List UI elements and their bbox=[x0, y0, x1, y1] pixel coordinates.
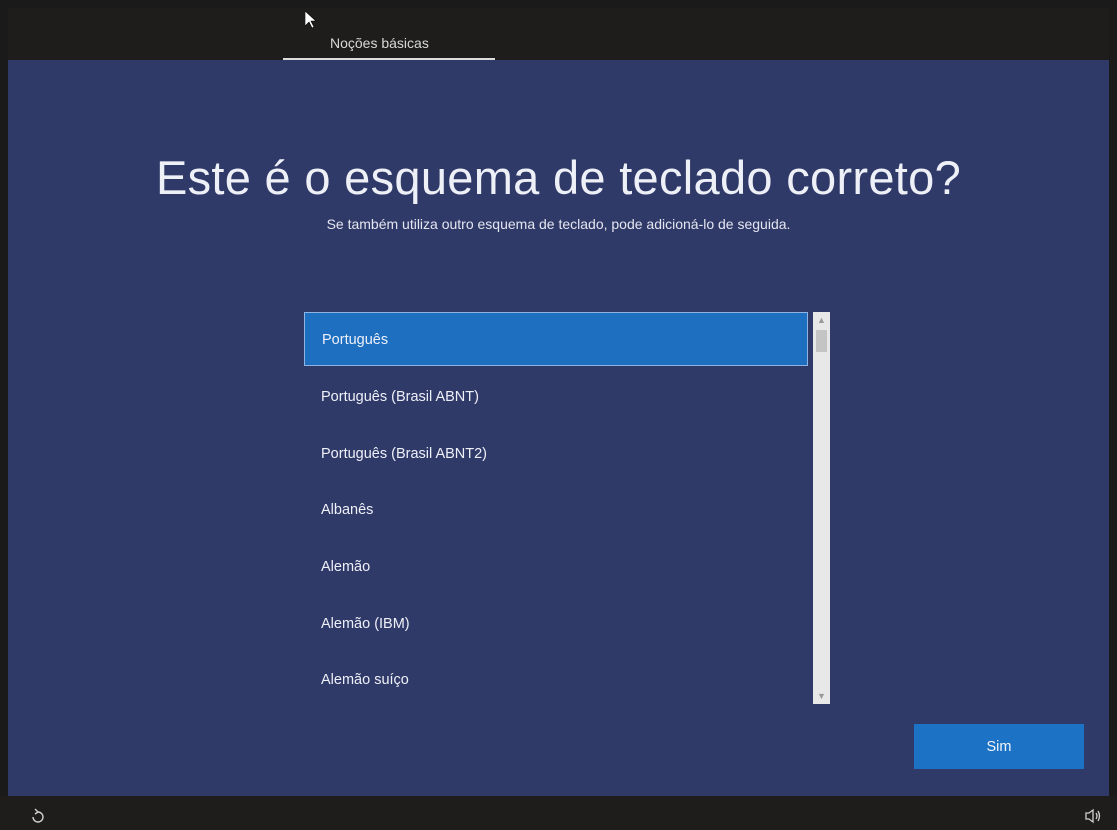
top-bar: Noções básicas bbox=[8, 8, 1109, 61]
main-panel: Este é o esquema de teclado correto? Se … bbox=[8, 60, 1109, 796]
scroll-up-icon[interactable]: ▲ bbox=[813, 312, 830, 328]
mouse-cursor-icon bbox=[305, 11, 317, 29]
ease-of-access-icon[interactable] bbox=[30, 808, 46, 824]
list-item-alemao-suico[interactable]: Alemão suíço bbox=[304, 653, 808, 704]
scroll-down-icon[interactable]: ▼ bbox=[813, 688, 830, 704]
tab-label: Noções básicas bbox=[330, 35, 429, 51]
list-item-alemao[interactable]: Alemão bbox=[304, 540, 808, 594]
bottom-bar bbox=[0, 796, 1117, 830]
list-item-portugues[interactable]: Português bbox=[304, 312, 808, 366]
list-item-portugues-brasil-abnt2[interactable]: Português (Brasil ABNT2) bbox=[304, 427, 808, 481]
list-item-alemao-ibm[interactable]: Alemão (IBM) bbox=[304, 597, 808, 651]
keyboard-layout-list[interactable]: Português Português (Brasil ABNT) Portug… bbox=[304, 312, 830, 704]
page-title: Este é o esquema de teclado correto? bbox=[155, 151, 962, 204]
list-item-portugues-brasil-abnt[interactable]: Português (Brasil ABNT) bbox=[304, 370, 808, 424]
page-subtitle: Se também utiliza outro esquema de tecla… bbox=[326, 216, 791, 232]
sim-button[interactable]: Sim bbox=[914, 724, 1084, 769]
scroll-thumb[interactable] bbox=[816, 330, 827, 352]
list-item-albanes[interactable]: Albanês bbox=[304, 483, 808, 537]
volume-icon[interactable] bbox=[1085, 808, 1103, 824]
list-scrollbar[interactable]: ▲ ▼ bbox=[813, 312, 830, 704]
